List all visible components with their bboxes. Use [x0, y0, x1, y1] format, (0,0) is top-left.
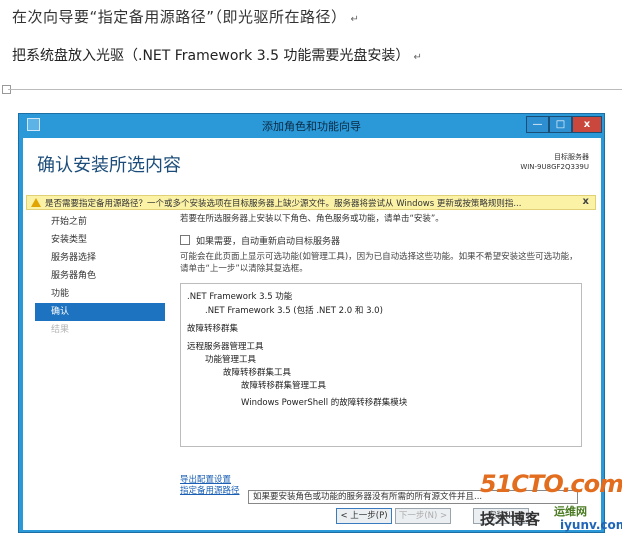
- warning-text: 是否需要指定备用源路径？一个或多个安装选项在目标服务器上缺少源文件。服务器将尝试…: [45, 199, 522, 209]
- nav-item-confirmation[interactable]: 确认: [35, 303, 165, 321]
- nav-item-installation-type[interactable]: 安装类型: [35, 231, 165, 249]
- site-watermark: 51CTO.com 技术博客 运维网 iyunv.com: [478, 470, 622, 538]
- target-server: 目标服务器 WIN-9U8GF2Q339U: [520, 152, 589, 172]
- nav-item-features[interactable]: 功能: [35, 285, 165, 303]
- doc-instruction-line-1: 在次向导要“指定备用源路径”（即光驱所在路径） ↵: [12, 8, 360, 26]
- watermark-logo-text: 51CTO.com: [480, 470, 622, 498]
- restart-checkbox-label: 如果需要，自动重新启动目标服务器: [196, 237, 341, 247]
- feature-item: 功能管理工具: [205, 355, 257, 365]
- feature-item: 故障转移群集工具: [223, 368, 292, 378]
- wizard-nav: 开始之前 安装类型 服务器选择 服务器角色 功能 确认 结果: [35, 213, 165, 339]
- maximize-button[interactable]: □: [549, 116, 572, 133]
- paragraph-mark: ↵: [413, 52, 422, 63]
- close-button[interactable]: x: [572, 116, 602, 133]
- nav-item-results: 结果: [51, 325, 70, 335]
- restart-checkbox-row[interactable]: 如果需要，自动重新启动目标服务器: [180, 234, 340, 247]
- watermark-subtitle: 技术博客: [480, 510, 541, 528]
- warning-icon: [31, 198, 41, 207]
- previous-button[interactable]: < 上一步(P): [336, 508, 392, 524]
- warning-banner: 是否需要指定备用源路径？一个或多个安装选项在目标服务器上缺少源文件。服务器将尝试…: [26, 195, 596, 210]
- export-settings-link[interactable]: 导出配置设置: [180, 475, 240, 486]
- feature-list: .NET Framework 3.5 功能 .NET Framework 3.5…: [180, 283, 582, 447]
- feature-item: 故障转移群集: [187, 324, 239, 334]
- feature-item: Windows PowerShell 的故障转移群集模块: [241, 398, 408, 408]
- nav-item-before-you-begin[interactable]: 开始之前: [35, 213, 165, 231]
- link-group: 导出配置设置 指定备用源路径: [180, 475, 240, 497]
- optional-features-note: 可能会在此页面上显示可选功能(如管理工具)，因为已自动选择这些功能。如果不希望安…: [180, 252, 578, 274]
- intro-text: 若要在所选服务器上安装以下角色、角色服务或功能，请单击“安装”。: [180, 214, 444, 224]
- warning-close-icon[interactable]: x: [583, 196, 589, 207]
- paragraph-mark: ↵: [350, 14, 360, 25]
- restart-checkbox[interactable]: [180, 235, 190, 245]
- watermark-url: iyunv.com: [560, 518, 622, 532]
- target-server-label: 目标服务器: [554, 153, 589, 161]
- confirmation-content: 若要在所选服务器上安装以下角色、角色服务或功能，请单击“安装”。 如果需要，自动…: [180, 212, 590, 447]
- doc-instruction-line-2: 把系统盘放入光驱（.NET Framework 3.5 功能需要光盘安装） ↵: [12, 48, 422, 64]
- nav-item-server-roles[interactable]: 服务器角色: [35, 267, 165, 285]
- watermark-tag: 运维网: [554, 505, 587, 518]
- minimize-button[interactable]: —: [526, 116, 549, 133]
- target-server-name: WIN-9U8GF2Q339U: [520, 163, 589, 171]
- next-button: 下一步(N) >: [395, 508, 451, 524]
- feature-item: 远程服务器管理工具: [187, 342, 264, 352]
- title-bar[interactable]: 添加角色和功能向导 — □ x: [19, 114, 604, 136]
- page-title: 确认安装所选内容: [37, 155, 181, 176]
- feature-item: .NET Framework 3.5 功能: [187, 292, 293, 302]
- feature-item: 故障转移群集管理工具: [241, 381, 327, 391]
- feature-item: .NET Framework 3.5 (包括 .NET 2.0 和 3.0): [205, 306, 383, 316]
- alternate-source-link[interactable]: 指定备用源路径: [180, 486, 240, 497]
- window-title: 添加角色和功能向导: [262, 120, 361, 133]
- nav-item-server-selection[interactable]: 服务器选择: [35, 249, 165, 267]
- doc-divider: [8, 89, 622, 90]
